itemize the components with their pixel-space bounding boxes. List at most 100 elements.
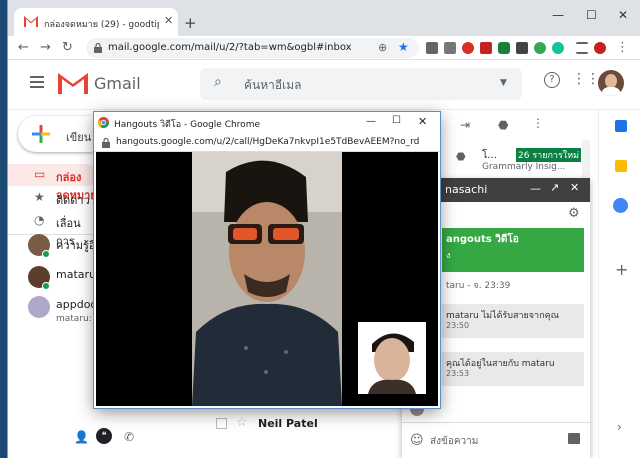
chat-input[interactable]: ☺ ส่งข้อความ bbox=[402, 422, 590, 458]
kebab-menu-icon[interactable]: ⋮ bbox=[616, 40, 629, 55]
lock-icon bbox=[102, 138, 110, 148]
banner-title: angouts วิดีโอ bbox=[446, 234, 519, 245]
video-call-feed[interactable] bbox=[96, 152, 438, 406]
close-window-button[interactable]: ✕ bbox=[418, 115, 427, 128]
label-icon[interactable]: ⬣ bbox=[498, 118, 508, 132]
side-panel: + › bbox=[598, 110, 640, 458]
extension-icon[interactable] bbox=[426, 42, 438, 54]
online-status-icon bbox=[42, 250, 50, 258]
extension-icon[interactable] bbox=[444, 42, 456, 54]
move-to-icon[interactable]: ⇥ bbox=[460, 118, 470, 132]
apps-grid-icon[interactable]: ⋮⋮ bbox=[572, 71, 600, 87]
star-icon[interactable]: ☆ bbox=[236, 415, 248, 430]
grammarly-icon[interactable] bbox=[552, 42, 564, 54]
more-vert-icon[interactable]: ⋮ bbox=[532, 116, 544, 130]
hangouts-icon[interactable]: ❝ bbox=[96, 428, 112, 444]
email-sender: Grammarly Insig... bbox=[482, 162, 566, 172]
minimize-chat-icon[interactable]: — bbox=[530, 182, 541, 195]
settings-gear-icon[interactable]: ⚙ bbox=[568, 206, 580, 221]
nav-item-inbox[interactable]: ▭ กล่องจดหมาย bbox=[8, 164, 98, 202]
search-placeholder: ค้นหาอีเมล bbox=[244, 78, 302, 92]
address-bar-url: mail.google.com/mail/u/2/?tab=wm&ogbl#in… bbox=[108, 42, 352, 53]
chat-message: คุณได้อยู่ในสายกับ mataru 23:53 bbox=[442, 352, 584, 386]
tab-title: กล่องจดหมาย (29) - goodtipit@gm bbox=[44, 20, 159, 30]
nav-item-label: ติดดาว bbox=[56, 194, 90, 207]
popup-url: hangouts.google.com/u/2/call/HgDeKa7nkvp… bbox=[116, 137, 420, 147]
chrome-icon bbox=[98, 117, 109, 128]
chat-message: mataru ไม่ได้รับสายจากคุณ 23:50 bbox=[442, 304, 584, 338]
browser-titlebar: กล่องจดหมาย (29) - goodtipit@gm ✕ + — ☐ … bbox=[8, 0, 640, 36]
online-status-icon bbox=[42, 282, 50, 290]
minimize-button[interactable]: — bbox=[552, 8, 564, 22]
checkbox[interactable] bbox=[216, 418, 227, 429]
add-addon-icon[interactable]: + bbox=[615, 260, 628, 279]
tab-close-icon[interactable]: ✕ bbox=[164, 14, 173, 27]
hangouts-video-banner[interactable]: angouts วิดีโอ ง bbox=[442, 228, 584, 272]
maximize-button[interactable]: ☐ bbox=[586, 8, 597, 22]
browser-toolbar: ← → ↻ mail.google.com/mail/u/2/?tab=wm&o… bbox=[8, 36, 640, 60]
image-icon[interactable] bbox=[568, 433, 580, 444]
hangouts-video-window: Hangouts วิดีโอ - Google Chrome — ☐ ✕ ha… bbox=[94, 112, 440, 408]
popup-title: Hangouts วิดีโอ - Google Chrome bbox=[114, 120, 260, 130]
keep-icon[interactable] bbox=[615, 160, 627, 172]
minimize-button[interactable]: — bbox=[366, 116, 376, 127]
search-options-icon[interactable]: ▼ bbox=[500, 78, 507, 88]
extension-icon[interactable] bbox=[462, 42, 474, 54]
close-window-button[interactable]: ✕ bbox=[618, 8, 628, 22]
star-icon: ★ bbox=[34, 190, 45, 204]
phone-icon[interactable]: ✆ bbox=[124, 430, 134, 444]
tasks-icon[interactable] bbox=[613, 198, 628, 213]
inbox-icon: ▭ bbox=[34, 167, 46, 181]
help-icon[interactable]: ? bbox=[544, 72, 560, 88]
shield-extension-icon[interactable] bbox=[498, 42, 510, 54]
email-subject: โ... bbox=[482, 150, 497, 161]
compose-label: เขียน bbox=[66, 131, 92, 144]
nav-item-snoozed[interactable]: ◔ เลื่อนการ bbox=[8, 210, 98, 248]
new-tab-button[interactable]: + bbox=[184, 14, 197, 32]
playlist-icon[interactable] bbox=[576, 42, 588, 54]
banner-sub: ง bbox=[446, 251, 451, 261]
new-items-badge: 26 รายการใหม่ bbox=[516, 148, 582, 162]
extension-icon[interactable] bbox=[516, 42, 528, 54]
bookmark-star-icon[interactable]: ★ bbox=[398, 40, 409, 54]
extension-icon[interactable] bbox=[534, 42, 546, 54]
message-text: mataru ไม่ได้รับสายจากคุณ bbox=[446, 311, 559, 321]
popout-icon[interactable]: ↗ bbox=[550, 181, 559, 194]
clock-icon: ◔ bbox=[34, 213, 45, 227]
self-view-image bbox=[358, 322, 426, 394]
popup-titlebar[interactable]: Hangouts วิดีโอ - Google Chrome — ☐ ✕ bbox=[94, 112, 440, 134]
nav-item-starred[interactable]: ★ ติดดาว bbox=[8, 187, 98, 209]
hamburger-menu-icon[interactable] bbox=[30, 76, 44, 91]
calendar-icon[interactable] bbox=[615, 120, 627, 132]
emoji-icon[interactable]: ☺ bbox=[410, 433, 424, 448]
address-bar[interactable]: mail.google.com/mail/u/2/?tab=wm&ogbl#in… bbox=[86, 38, 419, 58]
message-time: 23:53 bbox=[446, 369, 470, 378]
label-icon: ⬣ bbox=[456, 150, 466, 163]
gmail-logo-text: Gmail bbox=[94, 74, 141, 93]
message-text: คุณได้อยู่ในสายกับ mataru bbox=[446, 359, 555, 369]
email-sender: Neil Patel bbox=[258, 417, 318, 430]
search-mail-input[interactable]: ⌕ ค้นหาอีเมล ▼ bbox=[200, 68, 522, 100]
gmail-favicon-icon bbox=[24, 16, 38, 27]
self-view-thumbnail[interactable] bbox=[358, 322, 426, 394]
lock-icon bbox=[94, 43, 102, 53]
maximize-button[interactable]: ☐ bbox=[392, 115, 401, 126]
divider bbox=[8, 234, 98, 235]
gmail-logo-icon bbox=[58, 72, 88, 94]
forward-icon[interactable]: → bbox=[40, 40, 51, 55]
search-icon[interactable]: ⌕ bbox=[214, 74, 222, 90]
popup-url-bar: hangouts.google.com/u/2/call/HgDeKa7nkvp… bbox=[94, 134, 440, 152]
back-icon[interactable]: ← bbox=[18, 40, 29, 55]
extension-icon[interactable] bbox=[480, 42, 492, 54]
message-time: 23:50 bbox=[446, 321, 470, 330]
account-avatar[interactable] bbox=[598, 70, 624, 96]
reload-icon[interactable]: ↻ bbox=[62, 40, 73, 55]
person-icon[interactable]: 👤 bbox=[74, 430, 89, 444]
chevron-right-icon[interactable]: › bbox=[617, 420, 622, 434]
profile-icon[interactable] bbox=[594, 42, 606, 54]
close-chat-icon[interactable]: ✕ bbox=[570, 181, 579, 194]
zoom-icon[interactable]: ⊕ bbox=[378, 41, 387, 54]
avatar bbox=[28, 296, 50, 318]
browser-tab-gmail[interactable]: กล่องจดหมาย (29) - goodtipit@gm ✕ bbox=[14, 8, 178, 36]
gmail-header: Gmail ⌕ ค้นหาอีเมล ▼ ? ⋮⋮ bbox=[8, 60, 640, 110]
